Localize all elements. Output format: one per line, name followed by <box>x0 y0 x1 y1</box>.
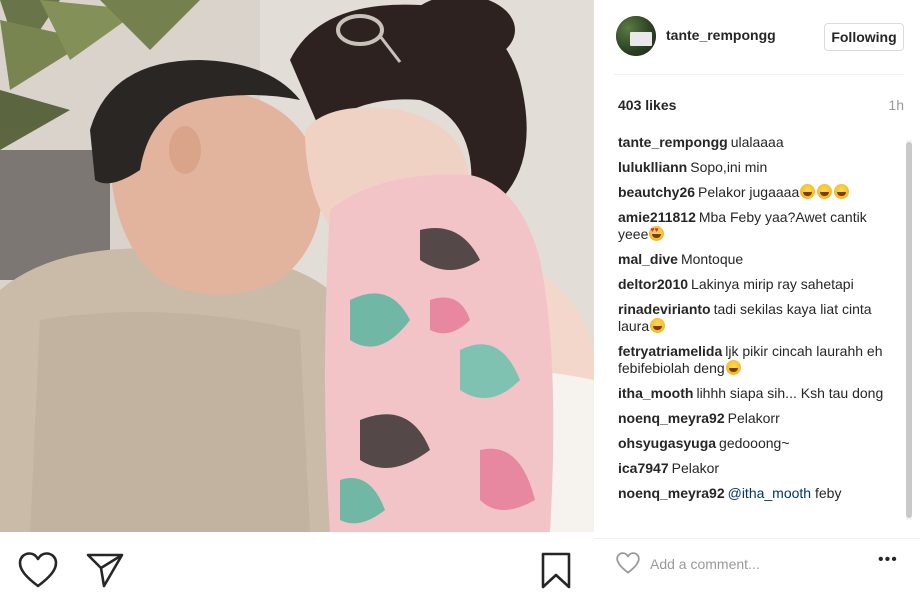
comment-text: Montoque <box>680 251 744 267</box>
comment-input[interactable] <box>650 553 850 575</box>
comment-username[interactable]: ica7947 <box>618 460 669 476</box>
comment-text: lihhh siapa sih... Ksh tau dong <box>696 385 884 401</box>
comment-text: Pelakor jugaaaa <box>698 184 800 200</box>
following-button[interactable]: Following <box>824 23 904 51</box>
heart-eyes-emoji-icon <box>649 226 665 241</box>
post-details-panel: tante_rempongg Following 403 likes 1h ta… <box>594 0 920 592</box>
likes-count[interactable]: 403 likes <box>618 97 676 113</box>
comment-bar: ••• <box>594 538 920 592</box>
comment-username[interactable]: beautchy26 <box>618 184 695 200</box>
comment-text: feby <box>814 485 842 501</box>
comment-item: luluklliann Sopo,ini min <box>618 159 898 176</box>
comment-item: ica7947 Pelakor <box>618 460 898 477</box>
grin-emoji-icon <box>800 184 816 199</box>
scrollbar-thumb[interactable] <box>906 142 912 518</box>
comment-item: ohsyugasyuga gedooong~ <box>618 435 898 452</box>
more-options-icon[interactable]: ••• <box>878 551 898 569</box>
comment-item: mal_dive Montoque <box>618 251 898 268</box>
comment-username[interactable]: itha_mooth <box>618 385 693 401</box>
comment-username[interactable]: mal_dive <box>618 251 678 267</box>
comment-username[interactable]: tante_rempongg <box>618 134 728 150</box>
comment-username[interactable]: ohsyugasyuga <box>618 435 716 451</box>
comment-username[interactable]: amie211812 <box>618 209 696 225</box>
heart-icon[interactable] <box>18 552 58 588</box>
comment-scrollbar[interactable] <box>906 140 912 520</box>
post-action-bar <box>0 532 594 592</box>
comment-text: Pelakor <box>671 460 720 476</box>
comment-item: amie211812 Mba Feby yaa?Awet cantik yeee <box>618 209 898 243</box>
comment-item: noenq_meyra92 Pelakorr <box>618 410 898 427</box>
comment-username[interactable]: fetryatriamelida <box>618 343 722 359</box>
heart-icon[interactable] <box>616 552 640 579</box>
comment-item: noenq_meyra92 @itha_mooth feby <box>618 485 898 502</box>
username-link[interactable]: tante_rempongg <box>666 27 776 43</box>
comment-item: deltor2010 Lakinya mirip ray sahetapi <box>618 276 898 293</box>
grin-emoji-icon <box>650 318 666 333</box>
photo-illustration <box>0 0 594 532</box>
comment-item: tante_rempongg ulalaaaa <box>618 134 898 151</box>
comment-username[interactable]: deltor2010 <box>618 276 688 292</box>
comment-item: fetryatriamelida ljk pikir cincah laurahh… <box>618 343 898 377</box>
comment-username[interactable]: rinadevirianto <box>618 301 711 317</box>
post-photo[interactable] <box>0 0 594 532</box>
grin-emoji-icon <box>725 360 741 375</box>
comment-text: Sopo,ini min <box>690 159 768 175</box>
grin-emoji-icon <box>817 184 833 199</box>
comment-username[interactable]: noenq_meyra92 <box>618 410 725 426</box>
post-time[interactable]: 1h <box>888 97 904 113</box>
comment-text: gedooong~ <box>719 435 790 451</box>
share-icon[interactable] <box>86 552 124 588</box>
comment-item: rinadevirianto tadi sekilas kaya liat cin… <box>618 301 898 335</box>
comment-list: tante_rempongg ulalaaaa luluklliann Sopo,in… <box>618 134 898 526</box>
comment-item: itha_mooth lihhh siapa sih... Ksh tau don… <box>618 385 898 402</box>
grin-emoji-icon <box>834 184 850 199</box>
comment-item: beautchy26 Pelakor jugaaaa <box>618 184 898 201</box>
comment-text: Lakinya mirip ray sahetapi <box>691 276 854 292</box>
comment-text: Pelakorr <box>727 410 780 426</box>
comment-text: ulalaaaa <box>730 134 784 150</box>
comment-username[interactable]: luluklliann <box>618 159 687 175</box>
bookmark-icon[interactable] <box>540 552 572 590</box>
comment-mention[interactable]: @itha_mooth <box>728 485 811 501</box>
avatar[interactable] <box>616 16 656 56</box>
divider <box>614 74 904 75</box>
post-header: tante_rempongg Following <box>594 0 920 74</box>
comment-username[interactable]: noenq_meyra92 <box>618 485 725 501</box>
